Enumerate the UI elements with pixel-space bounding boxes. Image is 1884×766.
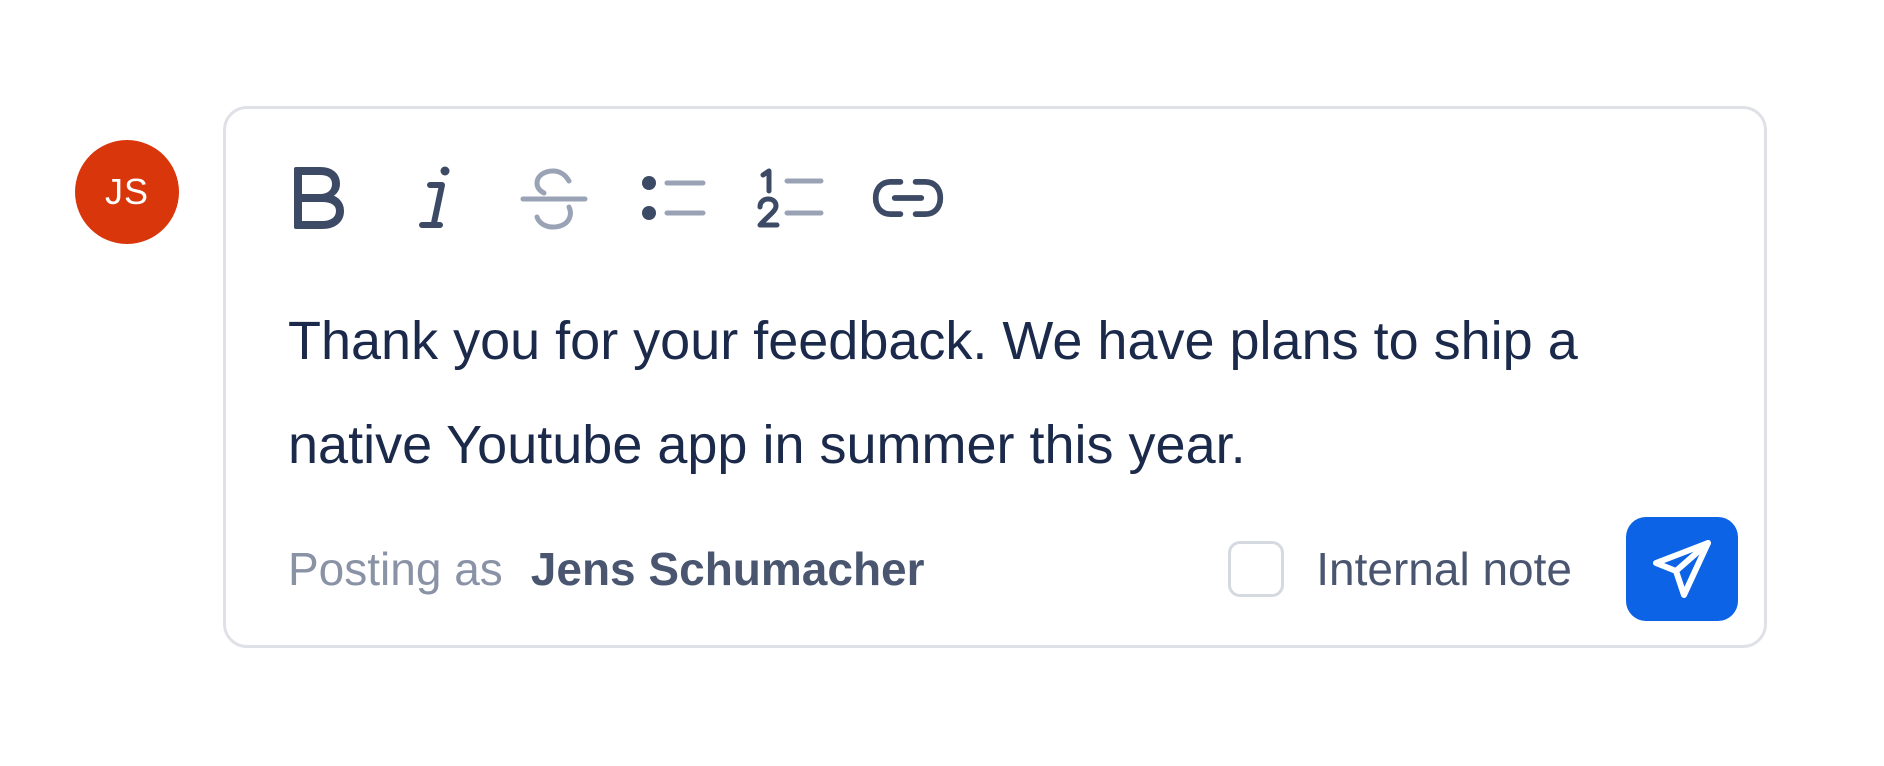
link-icon (872, 179, 944, 217)
bullet-list-button[interactable] (634, 153, 710, 243)
link-button[interactable] (870, 153, 946, 243)
italic-icon (419, 166, 450, 228)
bold-icon (294, 167, 344, 229)
send-button[interactable] (1626, 517, 1738, 621)
italic-button[interactable] (398, 153, 474, 243)
posting-author-name: Jens Schumacher (530, 543, 925, 595)
strikethrough-button[interactable] (516, 153, 592, 243)
comment-composer: Thank you for your feedback. We have pla… (223, 106, 1767, 648)
numbered-list-icon (757, 168, 824, 228)
internal-note-checkbox[interactable] (1228, 541, 1285, 597)
bold-button[interactable] (280, 153, 356, 243)
avatar: JS (75, 140, 179, 244)
composer-footer: Posting as Jens Schumacher Internal note (288, 517, 1738, 621)
comment-text: Thank you for your feedback. We have pla… (288, 311, 1578, 475)
paper-plane-icon (1653, 540, 1711, 598)
posting-as-label: Posting as (288, 543, 503, 595)
formatting-toolbar (280, 153, 988, 243)
numbered-list-button[interactable] (752, 153, 828, 243)
avatar-initials: JS (104, 171, 149, 212)
strikethrough-icon (520, 168, 588, 230)
bullet-list-icon (642, 176, 706, 220)
comment-editor[interactable]: Thank you for your feedback. We have pla… (288, 289, 1668, 497)
internal-note-label[interactable]: Internal note (1316, 542, 1572, 596)
